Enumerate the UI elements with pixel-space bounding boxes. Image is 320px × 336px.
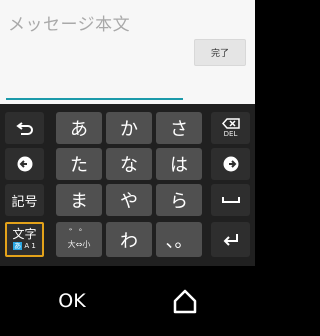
symbols-key[interactable]: 記号 [5, 184, 44, 216]
bottom-navigation-bar: OK [0, 266, 255, 336]
delete-key[interactable]: DEL [211, 112, 250, 144]
arrow-left-circle-icon [17, 156, 32, 172]
undo-icon [15, 122, 33, 135]
undo-key[interactable] [5, 112, 44, 144]
enter-icon [223, 233, 238, 246]
input-mode-sub-label: あ A 1 [13, 242, 36, 250]
dakuten-label: ゛゜ [69, 229, 89, 240]
delete-label: DEL [223, 130, 238, 138]
kana-key-ta[interactable]: た [56, 148, 102, 180]
input-mode-label: 文字 [12, 227, 37, 241]
kana-key-ka[interactable]: か [106, 112, 152, 144]
space-key[interactable] [211, 184, 250, 216]
kana-key-wa[interactable]: わ [106, 222, 152, 257]
cursor-left-key[interactable] [5, 148, 44, 180]
message-body-placeholder: メッセージ本文 [8, 15, 131, 35]
kana-key-ma[interactable]: ま [56, 184, 102, 216]
punctuation-key[interactable]: 、。 [156, 222, 202, 257]
input-underline [6, 98, 183, 100]
input-mode-key[interactable]: 文字 あ A 1 [5, 222, 44, 257]
ok-button[interactable]: OK [52, 287, 92, 315]
kana-key-na[interactable]: な [106, 148, 152, 180]
message-compose-area[interactable]: メッセージ本文 完了 [0, 0, 255, 104]
kana-key-a[interactable]: あ [56, 112, 102, 144]
dakuten-case-key[interactable]: ゛゜ 大⇔小 [56, 222, 102, 257]
home-button[interactable] [171, 287, 199, 315]
kana-key-ra[interactable]: ら [156, 184, 202, 216]
done-button[interactable]: 完了 [194, 39, 246, 66]
kana-key-sa[interactable]: さ [156, 112, 202, 144]
backspace-icon [221, 118, 240, 129]
kana-key-ya[interactable]: や [106, 184, 152, 216]
case-toggle-label: 大⇔小 [67, 240, 91, 249]
home-icon [173, 289, 197, 314]
space-icon [221, 197, 240, 203]
kana-key-ha[interactable]: は [156, 148, 202, 180]
cursor-right-key[interactable] [211, 148, 250, 180]
arrow-right-circle-icon [223, 156, 238, 172]
enter-key[interactable] [211, 222, 250, 257]
